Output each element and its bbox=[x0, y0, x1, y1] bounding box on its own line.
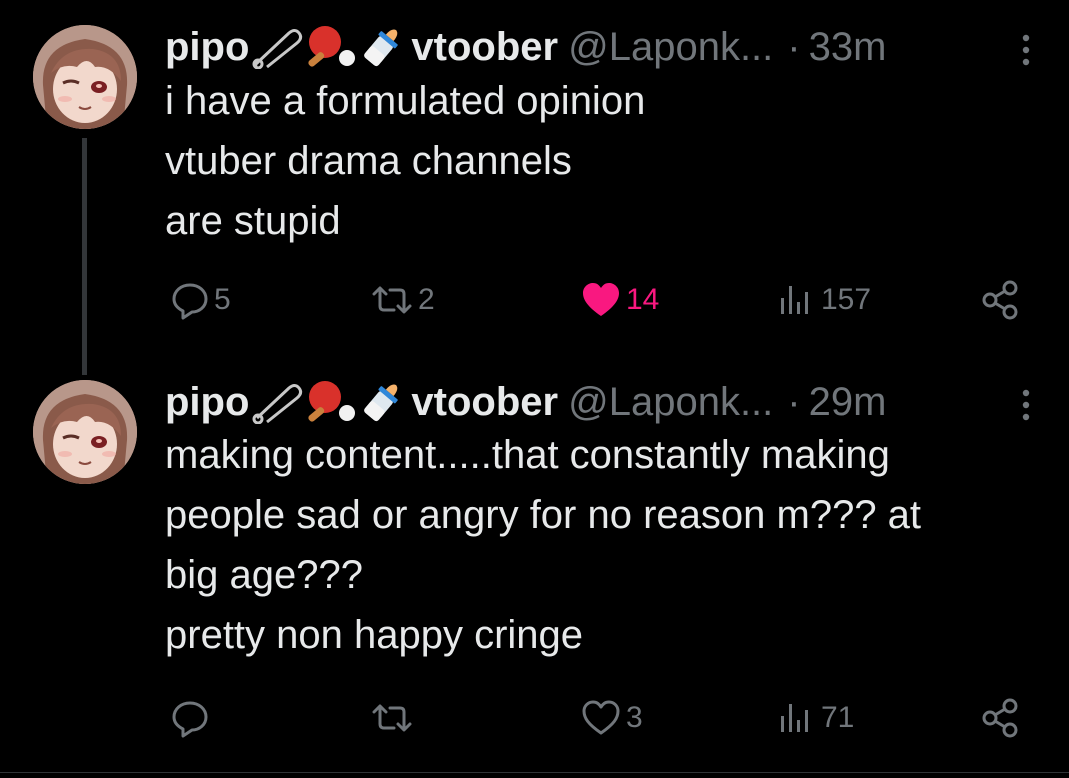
repost-icon bbox=[372, 286, 412, 314]
share-button[interactable] bbox=[980, 698, 1022, 738]
reply-button[interactable] bbox=[170, 698, 214, 738]
separator-dot: · bbox=[787, 24, 801, 69]
timestamp[interactable]: 33m bbox=[809, 25, 887, 70]
name-emojis bbox=[249, 379, 405, 425]
timestamp[interactable]: 29m bbox=[809, 380, 887, 425]
heart-outline-icon bbox=[582, 700, 620, 735]
tweet[interactable]: pipo vtoober @Laponk... · 29m making con… bbox=[0, 355, 1069, 773]
tweet-header: pipo vtoober @Laponk... · 29m bbox=[165, 377, 886, 427]
like-count: 3 bbox=[626, 701, 643, 734]
name-suffix[interactable]: vtoober bbox=[411, 380, 558, 425]
name-emojis bbox=[249, 24, 405, 70]
tweet-text-line: people sad or angry for no reason m??? a… bbox=[165, 493, 922, 537]
avatar[interactable] bbox=[33, 380, 137, 484]
user-handle[interactable]: @Laponk... bbox=[568, 380, 773, 425]
tweet-text-line: i have a formulated opinion bbox=[165, 79, 646, 123]
share-icon bbox=[982, 280, 1018, 320]
views-chart-icon bbox=[781, 286, 808, 314]
baby-bottle-icon bbox=[364, 29, 399, 67]
view-count: 71 bbox=[821, 701, 855, 734]
thread-line bbox=[82, 138, 87, 375]
view-count: 157 bbox=[821, 283, 872, 316]
baby-bottle-icon bbox=[364, 384, 399, 422]
share-button[interactable] bbox=[980, 280, 1022, 320]
tweet-text-line: vtuber drama channels bbox=[165, 139, 572, 183]
ping-pong-icon bbox=[308, 381, 356, 422]
display-name[interactable]: pipo bbox=[165, 380, 249, 425]
tweet-text: i have a formulated opinion vtuber drama… bbox=[165, 71, 1039, 251]
tweet-actions: 5 2 14 157 bbox=[165, 280, 1035, 320]
reply-count: 5 bbox=[214, 283, 231, 316]
more-options-icon[interactable] bbox=[1021, 387, 1031, 423]
tweet-header: pipo vtoober @Laponk... · 33m bbox=[165, 22, 886, 72]
reply-button[interactable]: 5 bbox=[170, 280, 231, 320]
share-icon bbox=[982, 698, 1018, 738]
separator-dot: · bbox=[787, 379, 801, 424]
like-button[interactable]: 3 bbox=[580, 698, 643, 738]
views-chart-icon bbox=[781, 704, 808, 732]
tweet-text-line: making content.....that constantly makin… bbox=[165, 433, 890, 477]
name-suffix[interactable]: vtoober bbox=[411, 25, 558, 70]
like-button[interactable]: 14 bbox=[580, 280, 659, 320]
reply-icon bbox=[172, 283, 208, 320]
repost-button[interactable]: 2 bbox=[370, 280, 435, 320]
avatar[interactable] bbox=[33, 25, 137, 129]
like-count: 14 bbox=[626, 283, 660, 316]
tweet-text-line: are stupid bbox=[165, 199, 341, 243]
repost-count: 2 bbox=[418, 283, 435, 316]
tweet[interactable]: pipo vtoober @Laponk... · 33m i have a f… bbox=[0, 0, 1069, 375]
tweet-actions: 3 71 bbox=[165, 698, 1035, 738]
tweet-text-line: pretty non happy cringe bbox=[165, 613, 584, 657]
user-handle[interactable]: @Laponk... bbox=[568, 25, 773, 70]
ping-pong-icon bbox=[308, 26, 356, 67]
repost-button[interactable] bbox=[370, 698, 418, 738]
views-button[interactable]: 71 bbox=[777, 698, 854, 738]
heart-filled-icon bbox=[583, 283, 619, 316]
views-button[interactable]: 157 bbox=[777, 280, 871, 320]
tweet-text-line: big age??? bbox=[165, 553, 363, 597]
display-name[interactable]: pipo bbox=[165, 25, 249, 70]
safety-pin-icon bbox=[252, 29, 303, 69]
more-options-icon[interactable] bbox=[1021, 32, 1031, 68]
repost-icon bbox=[372, 704, 412, 732]
safety-pin-icon bbox=[252, 384, 303, 424]
reply-icon bbox=[172, 701, 208, 738]
divider bbox=[0, 772, 1069, 773]
tweet-text: making content.....that constantly makin… bbox=[165, 425, 1039, 665]
